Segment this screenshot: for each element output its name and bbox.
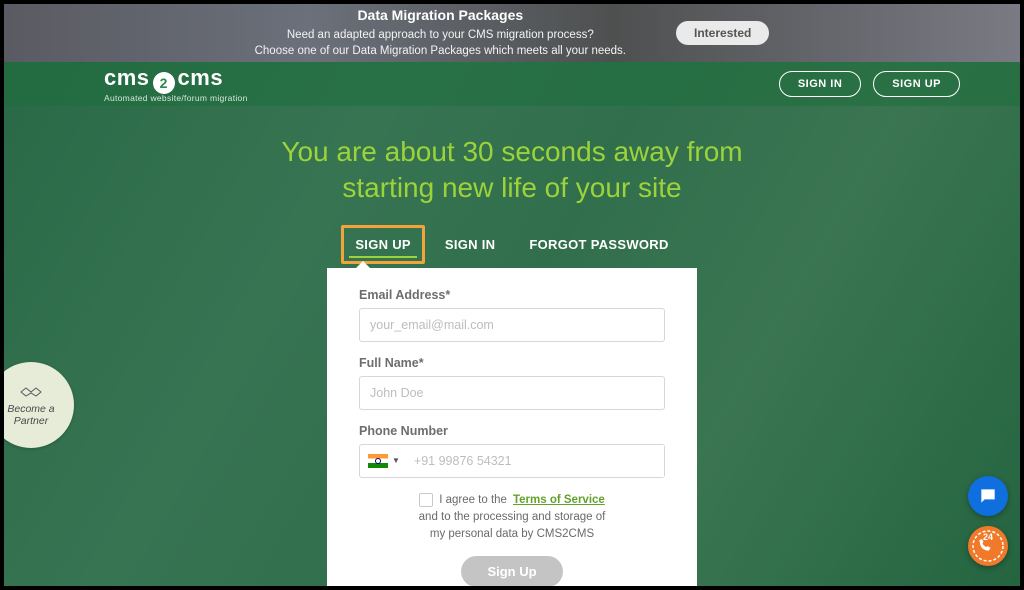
call-widget-button[interactable]: 24 [968,526,1008,566]
signup-submit-button[interactable]: Sign Up [461,556,562,586]
interested-button[interactable]: Interested [676,21,769,45]
email-input[interactable] [359,308,665,342]
logo-tagline: Automated website/forum migration [104,93,248,103]
promo-banner: Data Migration Packages Need an adapted … [4,4,1020,62]
consent-prefix: I agree to the [439,492,507,509]
banner-line1: Need an adapted approach to your CMS mig… [287,29,594,41]
signup-form-card: Email Address* Full Name* Phone Number ▼ [327,268,697,586]
phone-label: Phone Number [359,424,665,438]
chat-widget-button[interactable] [968,476,1008,516]
consent-checkbox[interactable] [419,493,433,507]
terms-of-service-link[interactable]: Terms of Service [513,492,605,509]
fullname-label: Full Name* [359,356,665,370]
logo-mid-icon: 2 [153,72,175,94]
banner-title: Data Migration Packages [255,7,626,23]
header-signup-button[interactable]: SIGN UP [873,71,960,97]
tab-signin[interactable]: SIGN IN [439,229,502,260]
header-signin-button[interactable]: SIGN IN [779,71,861,97]
logo-right: cms [178,65,224,91]
tab-forgot-password[interactable]: FORGOT PASSWORD [523,229,674,260]
tab-signup[interactable]: SIGN UP [349,229,417,260]
country-flag-icon[interactable] [368,454,388,468]
chevron-down-icon[interactable]: ▼ [392,456,400,465]
page-headline: You are about 30 seconds away from start… [4,134,1020,207]
handshake-icon [18,383,44,401]
consent-line2: and to the processing and storage of [359,509,665,526]
consent-line3: my personal data by CMS2CMS [359,526,665,543]
site-header: cms 2 cms Automated website/forum migrat… [4,62,1020,106]
logo-left: cms [104,65,150,91]
auth-tabs: SIGN UP SIGN IN FORGOT PASSWORD [4,229,1020,260]
banner-line2: Choose one of our Data Migration Package… [255,45,626,57]
email-label: Email Address* [359,288,665,302]
call-badge-text: 24 [983,532,993,542]
logo[interactable]: cms 2 cms Automated website/forum migrat… [104,65,248,103]
phone-input[interactable] [406,445,664,477]
fullname-input[interactable] [359,376,665,410]
chat-icon [978,486,998,506]
